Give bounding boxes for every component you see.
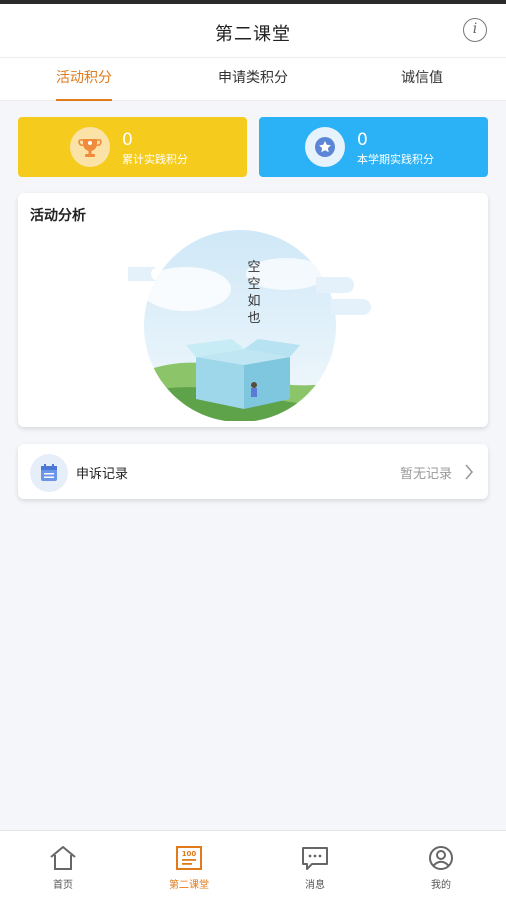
svg-text:100: 100 [182, 850, 197, 858]
nav-second-class[interactable]: 100 第二课堂 [126, 831, 252, 900]
info-icon[interactable]: i [463, 18, 487, 42]
score-board-icon: 100 [176, 846, 202, 870]
semester-points-label: 本学期实践积分 [357, 153, 434, 166]
nav-home[interactable]: 首页 [0, 831, 126, 900]
nav-profile[interactable]: 我的 [378, 831, 504, 900]
bottom-nav: 首页 100 第二课堂 消息 我的 [0, 830, 506, 900]
trophy-icon [70, 127, 110, 167]
nav-home-label: 首页 [53, 880, 73, 891]
page-title: 第二课堂 [215, 24, 291, 45]
calendar-icon [30, 454, 68, 492]
appeal-record-row[interactable]: 申诉记录 暂无记录 [18, 444, 488, 499]
tab-integrity[interactable]: 诚信值 [366, 58, 478, 101]
app-header: 第二课堂 i [0, 4, 506, 58]
total-points-card[interactable]: 0 累计实践积分 [18, 117, 247, 177]
chevron-right-icon [465, 464, 474, 480]
empty-box-illustration: 空空如也 [126, 229, 382, 421]
nav-messages[interactable]: 消息 [252, 831, 378, 900]
appeal-record-title: 申诉记录 [76, 467, 129, 482]
home-icon [50, 846, 76, 870]
appeal-record-status: 暂无记录 [399, 467, 452, 482]
empty-state-text: 空空如也 [247, 260, 261, 326]
tab-activity-points[interactable]: 活动积分 [28, 58, 140, 101]
tab-application-points[interactable]: 申请类积分 [197, 58, 309, 101]
tab-bar: 活动积分 申请类积分 诚信值 [0, 58, 506, 101]
nav-profile-label: 我的 [431, 880, 451, 891]
star-medal-icon [305, 127, 345, 167]
nav-messages-label: 消息 [305, 880, 325, 891]
analysis-title: 活动分析 [30, 208, 86, 224]
nav-second-class-label: 第二课堂 [169, 880, 209, 891]
activity-analysis-panel: 活动分析 空空如也 [18, 193, 488, 427]
semester-points-card[interactable]: 0 本学期实践积分 [259, 117, 488, 177]
total-points-value: 0 [122, 130, 133, 150]
message-icon [302, 847, 328, 870]
semester-points-value: 0 [357, 130, 368, 150]
profile-icon [429, 846, 453, 870]
total-points-label: 累计实践积分 [122, 153, 188, 166]
